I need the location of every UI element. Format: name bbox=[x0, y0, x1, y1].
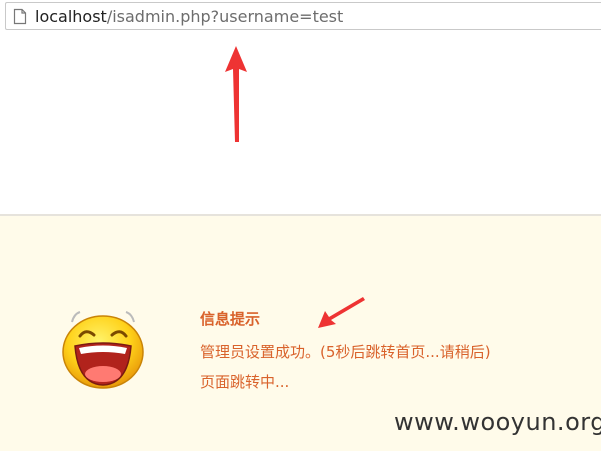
laughing-face-icon bbox=[62, 311, 144, 389]
url-host: localhost bbox=[35, 7, 107, 26]
message-redirect-text: 页面跳转中... bbox=[200, 373, 290, 391]
message-success-text: 管理员设置成功。(5秒后跳转首页...请稍后) bbox=[200, 343, 491, 361]
watermark: www.wooyun.org bbox=[394, 408, 601, 436]
browser-address-bar: localhost/isadmin.php?username=test bbox=[0, 0, 601, 33]
url-field[interactable]: localhost/isadmin.php?username=test bbox=[5, 2, 601, 30]
message-panel: 信息提示 管理员设置成功。(5秒后跳转首页...请稍后) 页面跳转中... ww… bbox=[0, 216, 601, 451]
message-title: 信息提示 bbox=[200, 310, 261, 328]
page-top-blank-area bbox=[0, 33, 601, 215]
url-path: /isadmin.php?username=test bbox=[106, 7, 344, 26]
page-icon bbox=[13, 8, 27, 25]
url-text: localhost/isadmin.php?username=test bbox=[35, 7, 343, 27]
